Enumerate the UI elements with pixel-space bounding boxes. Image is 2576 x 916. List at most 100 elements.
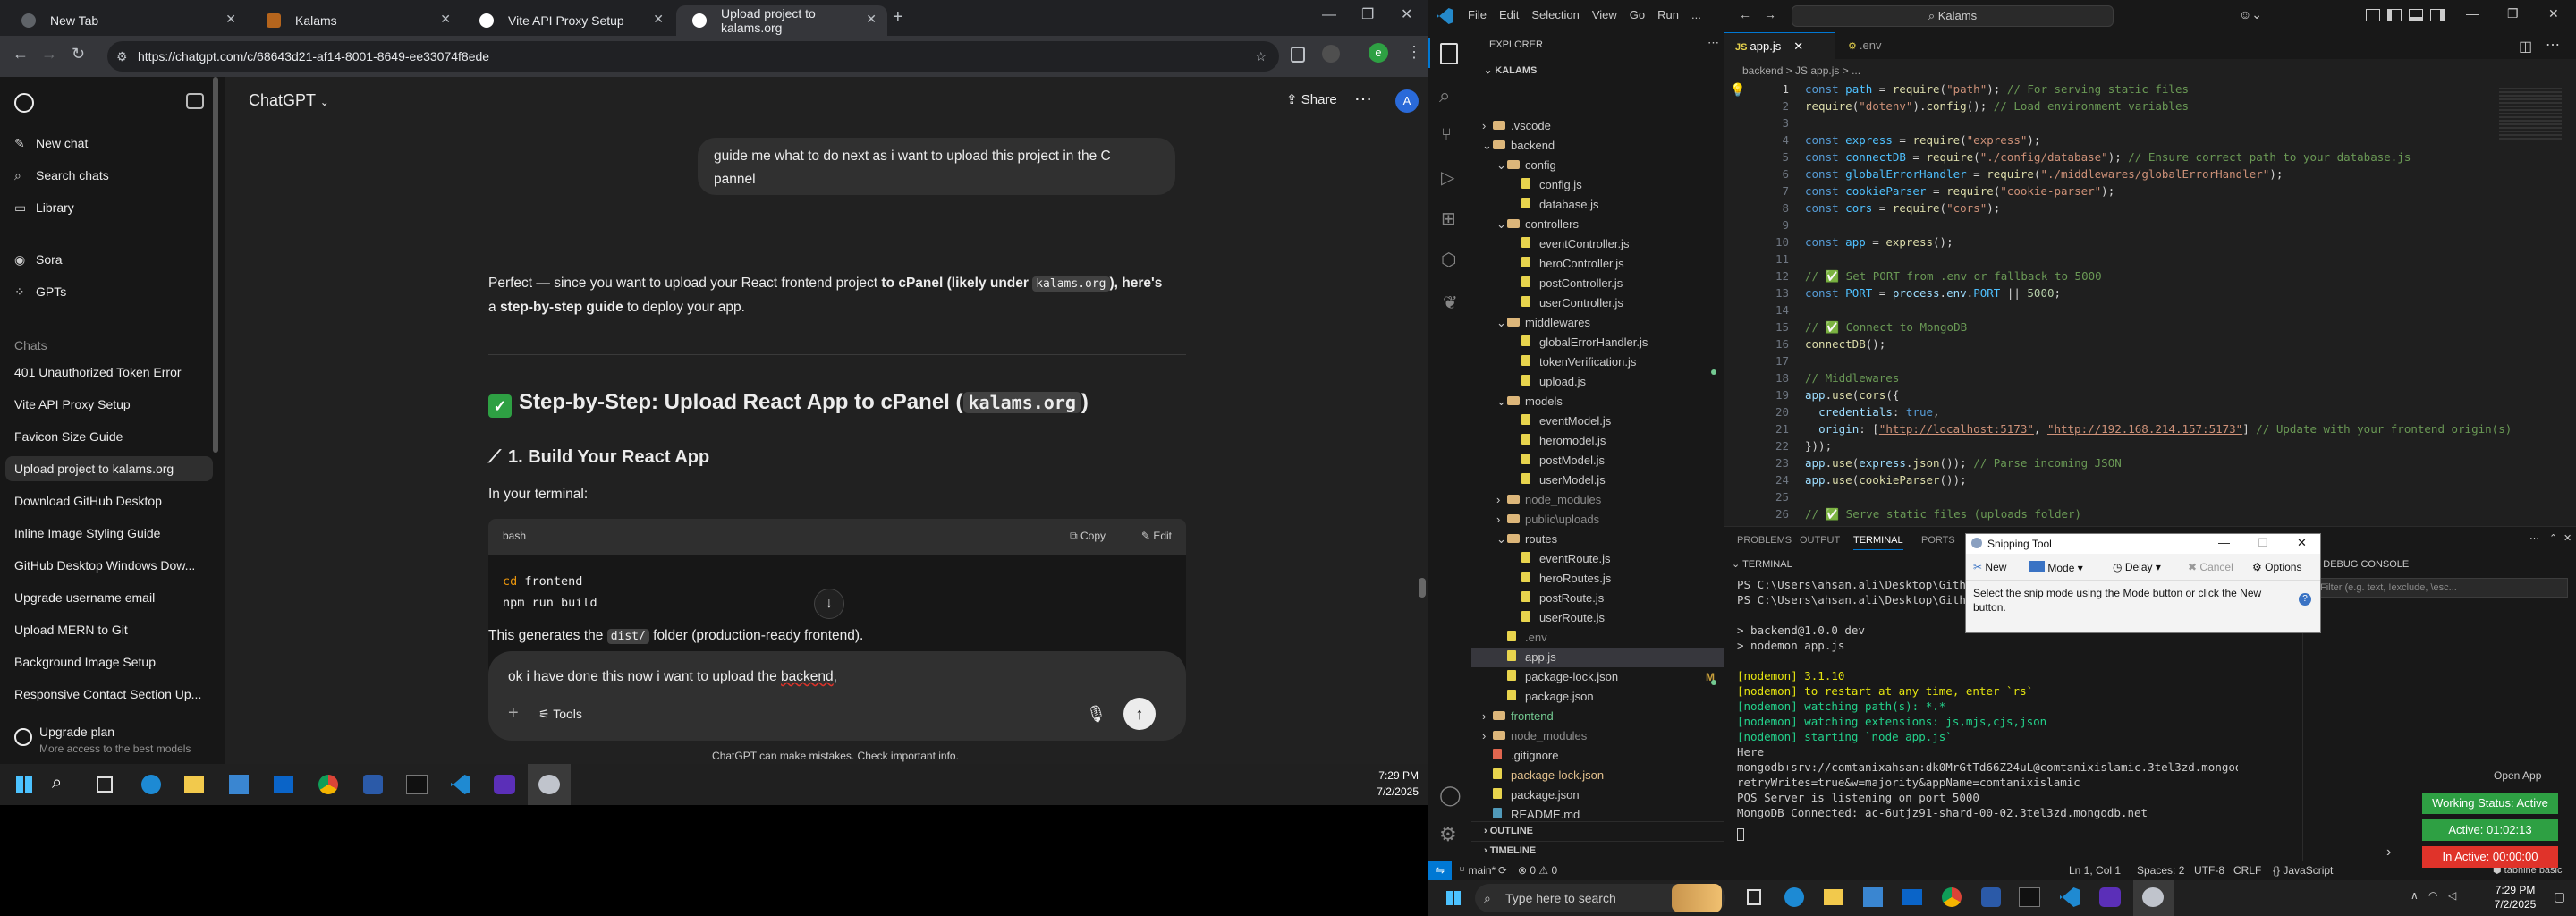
terminal-icon[interactable] bbox=[2019, 887, 2040, 907]
close-icon[interactable]: ✕ bbox=[1793, 39, 1803, 53]
command-center-search[interactable]: ⌕ Kalams bbox=[1792, 5, 2114, 27]
code-line[interactable]: require("dotenv").config(); // Load envi… bbox=[1805, 99, 2189, 113]
code-line[interactable]: app.use(cookieParser()); bbox=[1805, 473, 1967, 487]
chevron-right-icon[interactable]: › bbox=[2386, 844, 2391, 861]
site-info-icon[interactable]: ⚙ bbox=[116, 41, 128, 72]
close-icon[interactable]: ✕ bbox=[225, 12, 236, 27]
app-icon[interactable] bbox=[363, 775, 383, 794]
code-line[interactable]: // ✅ Set PORT from .env or fallback to 5… bbox=[1805, 269, 2102, 284]
debug-filter-input[interactable]: Filter (e.g. text, !exclude, \esc... bbox=[2312, 578, 2568, 598]
extension-icon-2[interactable] bbox=[1322, 45, 1340, 63]
minimize-button[interactable]: — bbox=[2466, 6, 2479, 21]
file-tree-item[interactable]: › frontend bbox=[1471, 707, 1724, 726]
model-selector[interactable]: ChatGPT ⌄ bbox=[249, 91, 329, 110]
more-menu-icon[interactable]: ⋮ bbox=[1406, 43, 1422, 62]
file-tree-item[interactable]: › node_modules bbox=[1471, 726, 1724, 746]
wifi-icon[interactable]: ◠ bbox=[2428, 889, 2437, 902]
chat-history-item[interactable]: GitHub Desktop Windows Dow... bbox=[14, 558, 195, 572]
tab-kalams[interactable]: Kalams ✕ bbox=[250, 5, 462, 36]
close-window-button[interactable]: ✕ bbox=[2548, 6, 2559, 21]
profile-avatar[interactable]: e bbox=[1368, 43, 1388, 63]
editor-tab-env[interactable]: ⚙ .env bbox=[1837, 32, 1927, 59]
tab-ports[interactable]: PORTS bbox=[1921, 535, 1955, 546]
file-tree-item[interactable]: upload.js bbox=[1471, 372, 1724, 392]
file-tree-item[interactable]: package.json bbox=[1471, 785, 1724, 805]
file-tree-item[interactable]: eventRoute.js bbox=[1471, 549, 1724, 569]
file-tree-item[interactable]: ⌄ models bbox=[1471, 392, 1724, 411]
search-icon[interactable]: ⌕ bbox=[52, 773, 62, 793]
tab-new-tab[interactable]: New Tab ✕ bbox=[5, 5, 247, 36]
file-tree-item[interactable]: ⌄ config bbox=[1471, 156, 1724, 175]
menu-item[interactable]: Run bbox=[1657, 8, 1679, 21]
outline-section[interactable]: › OUTLINE bbox=[1471, 821, 1724, 841]
branch-status[interactable]: ⑂ main* bbox=[1459, 864, 1496, 877]
file-explorer-icon[interactable] bbox=[184, 776, 204, 793]
minimize-button[interactable]: — bbox=[1322, 7, 1336, 23]
copy-button[interactable]: ⧉ Copy bbox=[1070, 530, 1106, 543]
file-tree-item[interactable]: package-lock.json bbox=[1471, 667, 1724, 687]
forward-icon[interactable]: → bbox=[41, 45, 57, 64]
file-tree-item[interactable]: tokenVerification.js bbox=[1471, 352, 1724, 372]
close-sidebar-icon[interactable] bbox=[186, 93, 204, 109]
tab-upload-project[interactable]: Upload project to kalams.org ✕ bbox=[676, 5, 887, 36]
edit-button[interactable]: ✎ Edit bbox=[1141, 530, 1172, 542]
minimize-button[interactable]: — bbox=[2218, 536, 2230, 549]
sync-icon[interactable]: ⟳ bbox=[1498, 864, 1507, 877]
menu-item[interactable]: View bbox=[1592, 8, 1617, 21]
file-tree-item[interactable]: postController.js bbox=[1471, 274, 1724, 293]
layout-icon[interactable] bbox=[2366, 9, 2380, 21]
snip-delay-button[interactable]: ◷ Delay ▾ bbox=[2113, 561, 2161, 573]
source-control-icon[interactable]: ⑂ bbox=[1441, 125, 1452, 146]
problems-status[interactable]: ⊗ 0 ⚠ 0 bbox=[1518, 864, 1557, 877]
back-icon[interactable]: ← bbox=[13, 45, 29, 64]
chat-scrollbar[interactable] bbox=[1419, 578, 1426, 598]
sidebar-item-sora[interactable]: ◉ Sora bbox=[14, 252, 63, 267]
chat-history-item[interactable]: 401 Unauthorized Token Error bbox=[14, 365, 182, 379]
file-tree-item[interactable]: ⌄ routes bbox=[1471, 530, 1724, 549]
maximize-panel-icon[interactable]: ⌃ bbox=[2549, 532, 2557, 544]
snipping-tool-icon[interactable] bbox=[538, 775, 560, 794]
code-line[interactable]: const connectDB = require("./config/data… bbox=[1805, 150, 2411, 164]
file-tree-item[interactable]: ⌄ backend bbox=[1471, 136, 1724, 156]
code-line[interactable]: })); bbox=[1805, 439, 1832, 453]
file-tree-item[interactable]: userRoute.js bbox=[1471, 608, 1724, 628]
clock-date[interactable]: 7/2/2025 bbox=[1360, 785, 1419, 798]
code-line[interactable]: credentials: true, bbox=[1805, 405, 1940, 419]
code-line[interactable]: app.use(cors({ bbox=[1805, 388, 1899, 402]
snip-options-button[interactable]: ⚙ Options bbox=[2252, 561, 2301, 573]
close-window-button[interactable]: ✕ bbox=[1401, 5, 1412, 23]
tracker-open-app[interactable]: Open App bbox=[2494, 769, 2541, 782]
chat-history-item[interactable]: Vite API Proxy Setup bbox=[14, 397, 131, 411]
bookmark-star-icon[interactable]: ☆ bbox=[1255, 41, 1267, 72]
chat-history-item[interactable]: Background Image Setup bbox=[14, 655, 156, 669]
code-line[interactable]: // Middlewares bbox=[1805, 371, 1899, 385]
minimap[interactable] bbox=[2499, 88, 2562, 141]
file-tree-item[interactable]: heromodel.js bbox=[1471, 431, 1724, 451]
tab-terminal[interactable]: TERMINAL bbox=[1853, 535, 1903, 550]
snip-mode-button[interactable]: Mode ▾ bbox=[2029, 561, 2083, 574]
openai-logo-icon[interactable] bbox=[14, 93, 34, 113]
panel-more-icon[interactable]: ⋯ bbox=[2529, 532, 2539, 544]
reload-icon[interactable]: ↻ bbox=[72, 45, 85, 64]
vscode-icon[interactable] bbox=[2060, 887, 2080, 907]
scroll-down-button[interactable]: ↓ bbox=[814, 589, 844, 619]
tab-output[interactable]: OUTPUT bbox=[1800, 535, 1840, 546]
line-ending[interactable]: CRLF bbox=[2233, 864, 2261, 877]
new-tab-button[interactable]: + bbox=[893, 7, 903, 28]
mail-icon[interactable] bbox=[274, 776, 293, 793]
extensions-icon[interactable]: ⊞ bbox=[1441, 208, 1456, 230]
debug-console-header[interactable]: ⌄ DEBUG CONSOLE bbox=[2312, 558, 2409, 570]
chrome-icon[interactable] bbox=[1942, 887, 1962, 907]
workspace-root[interactable]: ⌄ KALAMS bbox=[1484, 64, 1537, 76]
close-panel-icon[interactable]: ✕ bbox=[2563, 532, 2572, 544]
user-avatar[interactable]: A bbox=[1395, 89, 1419, 113]
menu-item[interactable]: Go bbox=[1630, 8, 1645, 21]
sidebar-item-search-chats[interactable]: ⌕ Search chats bbox=[14, 168, 109, 183]
chrome-icon[interactable] bbox=[318, 775, 338, 794]
widgets-image-icon[interactable] bbox=[1672, 884, 1722, 912]
file-tree-item[interactable]: ⌄ controllers bbox=[1471, 215, 1724, 234]
help-icon[interactable]: ? bbox=[2299, 593, 2311, 606]
snip-cancel-button[interactable]: ✖ Cancel bbox=[2188, 561, 2233, 573]
file-tree-item[interactable]: config.js bbox=[1471, 175, 1724, 195]
close-window-button[interactable]: ✕ bbox=[2297, 536, 2307, 550]
